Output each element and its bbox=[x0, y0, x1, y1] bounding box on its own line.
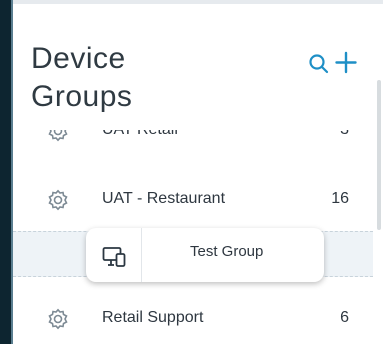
page-title-line1: Device bbox=[31, 42, 126, 75]
plus-icon[interactable] bbox=[333, 48, 359, 78]
group-name: UAT - Restaurant bbox=[102, 190, 226, 207]
card-divider bbox=[141, 228, 142, 282]
group-name: Retail Support bbox=[102, 309, 204, 326]
dragging-group-card[interactable]: Test Group bbox=[86, 228, 324, 282]
list-item[interactable]: Retail Support 6 bbox=[13, 300, 373, 338]
monitor-phone-icon bbox=[102, 246, 126, 268]
scrollbar-thumb[interactable] bbox=[377, 80, 381, 230]
gear-icon bbox=[47, 189, 69, 211]
page-title-line2: Groups bbox=[31, 80, 133, 113]
group-device-count: 6 bbox=[340, 309, 349, 326]
search-icon[interactable] bbox=[307, 48, 333, 78]
page-title: Device Groups bbox=[31, 40, 261, 116]
gear-icon bbox=[47, 308, 69, 330]
group-device-count: 16 bbox=[331, 190, 349, 207]
list-item[interactable]: UAT - Restaurant 16 bbox=[13, 181, 373, 219]
dragging-group-name: Test Group bbox=[190, 243, 264, 260]
window-frame bbox=[0, 0, 11, 344]
